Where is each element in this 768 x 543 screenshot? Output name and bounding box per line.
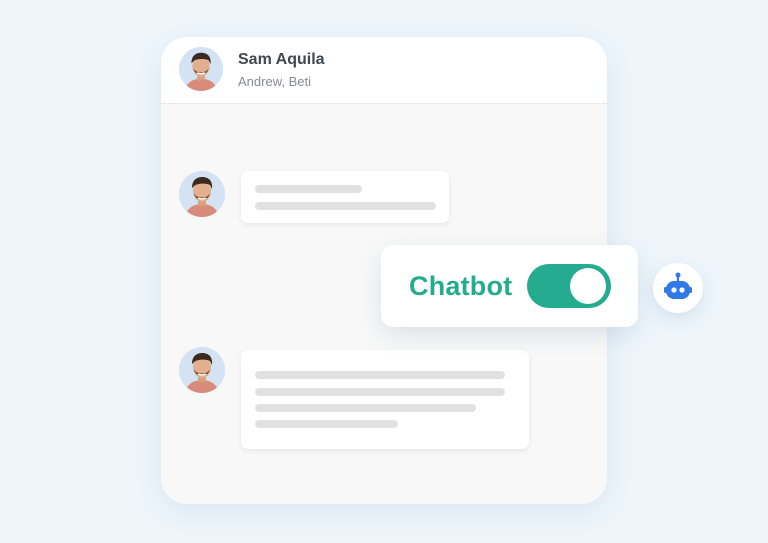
message-avatar[interactable] bbox=[179, 171, 225, 217]
message-bubble bbox=[241, 350, 529, 449]
placeholder-line bbox=[255, 202, 436, 210]
message-avatar[interactable] bbox=[179, 347, 225, 393]
person-photo-icon bbox=[179, 347, 225, 393]
chat-header: Sam Aquila Andrew, Beti bbox=[161, 37, 607, 104]
chatbot-toggle-card: Chatbot bbox=[381, 245, 638, 327]
placeholder-line bbox=[255, 185, 362, 193]
placeholder-line bbox=[255, 420, 398, 428]
chatbot-label: Chatbot bbox=[409, 271, 513, 301]
person-photo-icon bbox=[179, 171, 225, 217]
message-bubble bbox=[241, 171, 449, 223]
participants-list: Andrew, Beti bbox=[238, 74, 311, 89]
placeholder-line bbox=[255, 371, 505, 379]
robot-icon bbox=[664, 272, 692, 299]
contact-avatar[interactable] bbox=[179, 47, 223, 91]
chatbot-toggle[interactable] bbox=[527, 264, 611, 308]
placeholder-line bbox=[255, 404, 476, 412]
chatbot-button[interactable] bbox=[653, 263, 703, 313]
contact-name: Sam Aquila bbox=[238, 51, 325, 68]
person-photo-icon bbox=[179, 47, 223, 91]
toggle-knob bbox=[570, 268, 606, 304]
placeholder-line bbox=[255, 388, 505, 396]
